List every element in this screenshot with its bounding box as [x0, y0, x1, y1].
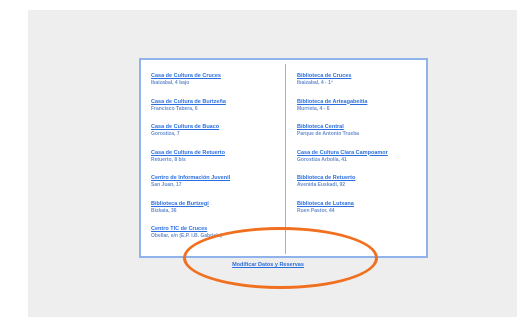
library-name-link[interactable]: Biblioteca de Cruces [297, 73, 437, 80]
library-entry: Casa de Cultura de Retuerto Retuerto, 8 b… [151, 150, 291, 176]
library-address: Parque de Antonio Trueba [297, 131, 360, 137]
library-entry: Biblioteca de Lutxana Ruen Pastor, 44 [297, 201, 437, 227]
highlight-circle-annotation [183, 227, 378, 289]
library-entry: Biblioteca de Cruces Ibaizabal, 4 - 1º [297, 73, 437, 99]
library-name-link[interactable]: Casa de Cultura de Burtzeña [151, 99, 291, 106]
library-entry: Centro de Información Juvenil San Juan, 1… [151, 175, 291, 201]
library-address: Ruen Pastor, 44 [297, 207, 335, 214]
library-address: Francisco Tabera, 6 [151, 105, 198, 112]
column-divider [285, 64, 286, 254]
library-address: Ibaizabal, 4 - 1º [297, 80, 333, 86]
library-address: Murrieta, 4 - 6 [297, 105, 330, 112]
library-name-link[interactable]: Casa de Cultura de Cruces [151, 73, 291, 80]
library-name-link[interactable]: Biblioteca Central [297, 124, 437, 131]
library-name-link[interactable]: Biblioteca de Burtzegi [151, 201, 291, 208]
library-name-link[interactable]: Biblioteca de Retuerto [297, 175, 437, 182]
library-address: Gorostiza Arbolia, 41 [297, 156, 347, 163]
library-address: Bizkaia, 36 [151, 207, 177, 214]
library-entry: Casa de Cultura de Burtzeña Francisco Tab… [151, 99, 291, 125]
library-name-link[interactable]: Centro de Información Juvenil [151, 175, 291, 182]
library-name-link[interactable]: Casa de Cultura de Retuerto [151, 150, 291, 157]
library-address: Avenida Euskadi, 92 [297, 182, 346, 188]
library-name-link[interactable]: Casa de Cultura Clara Campoamor [297, 150, 437, 157]
library-entry: Biblioteca Central Parque de Antonio True… [297, 124, 437, 150]
library-address: San Juan, 17 [151, 182, 182, 188]
library-entry: Biblioteca de Retuerto Avenida Euskadi, 9… [297, 175, 437, 201]
library-entry: Casa de Cultura de Cruces Ibaizabal, 4 ba… [151, 73, 291, 99]
left-library-column: Casa de Cultura de Cruces Ibaizabal, 4 ba… [151, 73, 291, 252]
library-address: Ibaizabal, 4 bajo [151, 80, 190, 86]
library-entry: Biblioteca de Burtzegi Bizkaia, 36 [151, 201, 291, 227]
library-entry: Biblioteca de Arteagabeitia Murrieta, 4 -… [297, 99, 437, 125]
right-library-column: Biblioteca de Cruces Ibaizabal, 4 - 1º Bib… [297, 73, 437, 226]
library-name-link[interactable]: Biblioteca de Arteagabeitia [297, 99, 437, 106]
library-name-link[interactable]: Biblioteca de Lutxana [297, 201, 437, 208]
library-address: Gorostiza, 7 [151, 131, 180, 137]
library-name-link[interactable]: Casa de Cultura de Buaco [151, 124, 291, 131]
library-entry: Casa de Cultura de Buaco Gorostiza, 7 [151, 124, 291, 150]
library-address: Retuerto, 8 bis [151, 156, 186, 163]
library-entry: Casa de Cultura Clara Campoamor Gorostiza… [297, 150, 437, 176]
